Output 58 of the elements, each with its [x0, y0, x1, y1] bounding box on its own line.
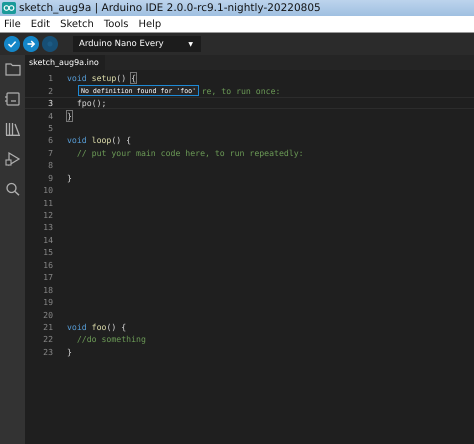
- search-icon[interactable]: [4, 182, 20, 196]
- line-number: 8: [47, 160, 53, 170]
- code-token: (): [116, 73, 128, 84]
- line-number: 22: [42, 334, 53, 344]
- debug-icon[interactable]: [4, 152, 20, 166]
- library-icon[interactable]: [4, 122, 20, 136]
- upload-button[interactable]: [23, 36, 39, 52]
- line-number: 10: [42, 185, 53, 196]
- menu-item[interactable]: Sketch: [60, 18, 94, 30]
- code-token: loop: [92, 135, 112, 146]
- menu-item[interactable]: Help: [138, 18, 162, 30]
- line-number: 6: [47, 135, 53, 146]
- menu-item[interactable]: Tools: [104, 18, 128, 30]
- line-number: 23: [42, 346, 53, 357]
- matched-bracket: }: [67, 110, 72, 121]
- line-number: 19: [42, 297, 53, 308]
- code-token: fpo();: [76, 98, 106, 108]
- line-number: 11: [42, 198, 53, 208]
- code-token: void: [67, 73, 87, 84]
- line-number: 16: [42, 260, 53, 270]
- line-number: 18: [42, 284, 53, 295]
- code-token: // put your main code here, to run repeatedly:: [76, 148, 304, 158]
- line-number: 4: [47, 110, 53, 121]
- check-icon: [7, 39, 17, 49]
- code-token: }: [67, 346, 72, 357]
- verify-button[interactable]: [4, 36, 20, 52]
- matched-bracket: {: [131, 73, 136, 84]
- line-number: 21: [42, 322, 53, 332]
- dot-icon: [45, 39, 55, 49]
- folder-icon[interactable]: [4, 62, 20, 76]
- line-number: 13: [42, 222, 53, 232]
- code-token: re, to run once:: [202, 86, 280, 96]
- code-token: }: [67, 172, 72, 183]
- file-tab[interactable]: sketch_aug9a.ino: [25, 55, 105, 70]
- code-token: () {: [111, 135, 132, 146]
- menu-item[interactable]: File: [4, 18, 21, 30]
- line-number: 17: [42, 272, 53, 282]
- line-number: 14: [42, 234, 53, 245]
- code-token: setup: [92, 73, 116, 84]
- code-token: //do something: [76, 334, 146, 344]
- line-number: 20: [42, 310, 53, 320]
- line-number: 2: [47, 86, 53, 96]
- code-token: foo: [92, 322, 106, 332]
- app-logo-icon: [2, 2, 16, 14]
- code-token: () {: [106, 322, 126, 332]
- board-icon[interactable]: [4, 92, 20, 106]
- line-number: 5: [47, 122, 53, 133]
- line-number: 1: [47, 73, 53, 84]
- code-token: void: [67, 135, 87, 146]
- line-number: 9: [47, 172, 53, 183]
- window-title: sketch_aug9a | Arduino IDE 2.0.0-rc9.1-nightly-20220805: [19, 2, 321, 14]
- menu-item[interactable]: Edit: [30, 18, 50, 30]
- code-token: void: [67, 322, 87, 332]
- arrow-icon: [26, 39, 36, 49]
- line-number: 12: [42, 210, 53, 220]
- line-number: 15: [42, 247, 53, 258]
- line-number: 7: [47, 148, 53, 158]
- line-number: 3: [47, 98, 53, 108]
